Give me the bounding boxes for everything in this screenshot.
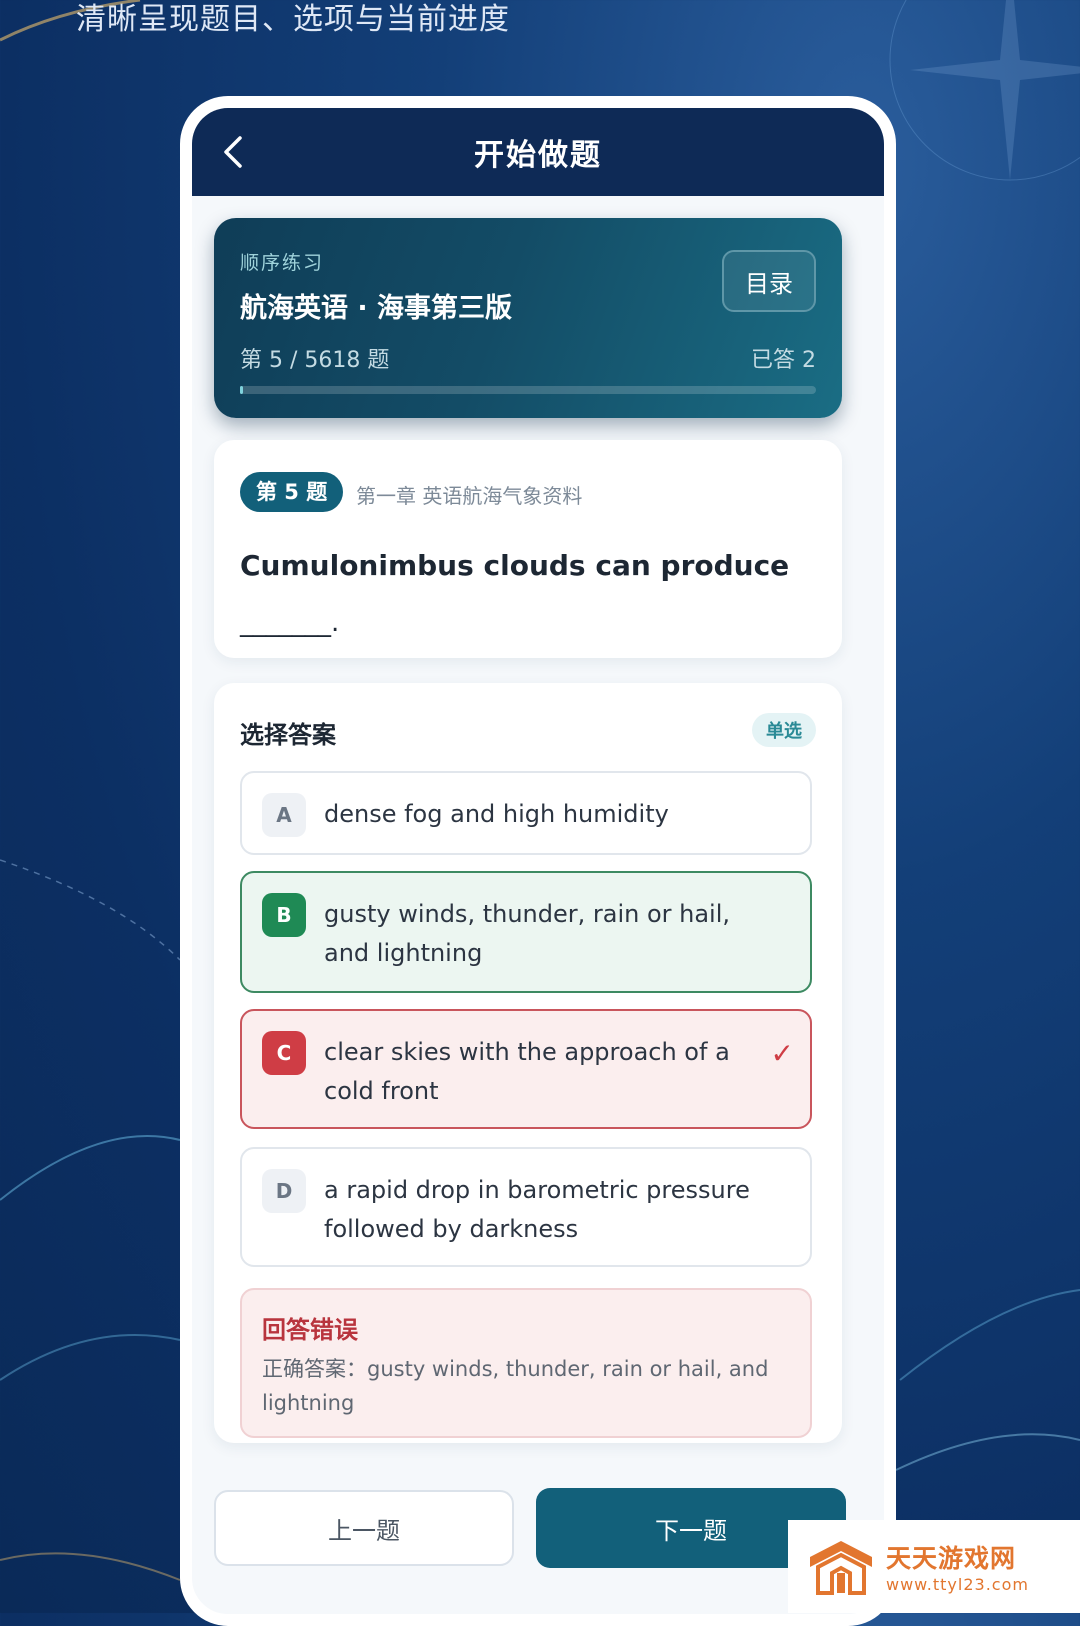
answer-result-box: 回答错误 正确答案：gusty winds, thunder, rain or … bbox=[240, 1288, 812, 1438]
progress-header-card: 顺序练习 航海英语 · 海事第三版 第 5 / 5618 题 已答 2 目录 bbox=[214, 218, 842, 418]
back-arrow-icon[interactable] bbox=[214, 130, 254, 174]
option-letter: A bbox=[262, 793, 306, 837]
catalog-button[interactable]: 目录 bbox=[722, 250, 816, 312]
question-type-badge: 单选 bbox=[752, 713, 816, 747]
question-number-badge: 第 5 题 bbox=[240, 472, 344, 512]
question-blank: _______. bbox=[240, 608, 340, 638]
previous-question-button[interactable]: 上一题 bbox=[214, 1490, 514, 1566]
answered-count: 已答 2 bbox=[751, 348, 816, 373]
option-letter: C bbox=[262, 1031, 306, 1075]
option-c[interactable]: C clear skies with the approach of a col… bbox=[240, 1009, 812, 1129]
option-text: dense fog and high humidity bbox=[324, 800, 669, 828]
progress-bar-fill bbox=[240, 386, 243, 394]
promo-caption: 清晰呈现题目、选项与当前进度 bbox=[76, 2, 510, 37]
result-title: 回答错误 bbox=[262, 1316, 358, 1344]
page-title: 开始做题 bbox=[474, 138, 602, 173]
option-letter: B bbox=[262, 893, 306, 937]
answer-card: 选择答案 单选 A dense fog and high humidity B … bbox=[214, 683, 842, 1443]
selected-check-icon: ✓ bbox=[770, 1037, 794, 1070]
book-title: 航海英语 · 海事第三版 bbox=[240, 293, 513, 324]
question-progress-text: 第 5 / 5618 题 bbox=[240, 348, 390, 373]
option-text: a rapid drop in barometric pressure foll… bbox=[324, 1176, 750, 1243]
phone-frame: 开始做题 顺序练习 航海英语 · 海事第三版 第 5 / 5618 题 已答 2… bbox=[180, 96, 896, 1626]
option-text: gusty winds, thunder, rain or hail, and … bbox=[324, 900, 731, 967]
correct-answer-text: 正确答案：gusty winds, thunder, rain or hail,… bbox=[262, 1357, 769, 1415]
top-bar: 开始做题 bbox=[192, 108, 884, 196]
watermark-url: www.ttyl23.com bbox=[886, 1575, 1029, 1594]
option-a[interactable]: A dense fog and high humidity bbox=[240, 771, 812, 855]
question-card: 第 5 题 第一章 英语航海气象资料 Cumulonimbus clouds c… bbox=[214, 440, 842, 658]
watermark-title: 天天游戏网 bbox=[886, 1544, 1017, 1573]
progress-bar bbox=[240, 386, 816, 394]
watermark-logo-icon bbox=[810, 1540, 872, 1595]
practice-mode-label: 顺序练习 bbox=[240, 252, 325, 274]
option-d[interactable]: D a rapid drop in barometric pressure fo… bbox=[240, 1147, 812, 1267]
option-b[interactable]: B gusty winds, thunder, rain or hail, an… bbox=[240, 871, 812, 993]
option-letter: D bbox=[262, 1169, 306, 1213]
option-text: clear skies with the approach of a cold … bbox=[324, 1038, 730, 1105]
question-text: Cumulonimbus clouds can produce bbox=[240, 549, 790, 582]
site-watermark: 天天游戏网 www.ttyl23.com bbox=[788, 1520, 1080, 1613]
answer-heading: 选择答案 bbox=[240, 721, 336, 749]
chapter-label: 第一章 英语航海气象资料 bbox=[356, 484, 583, 508]
